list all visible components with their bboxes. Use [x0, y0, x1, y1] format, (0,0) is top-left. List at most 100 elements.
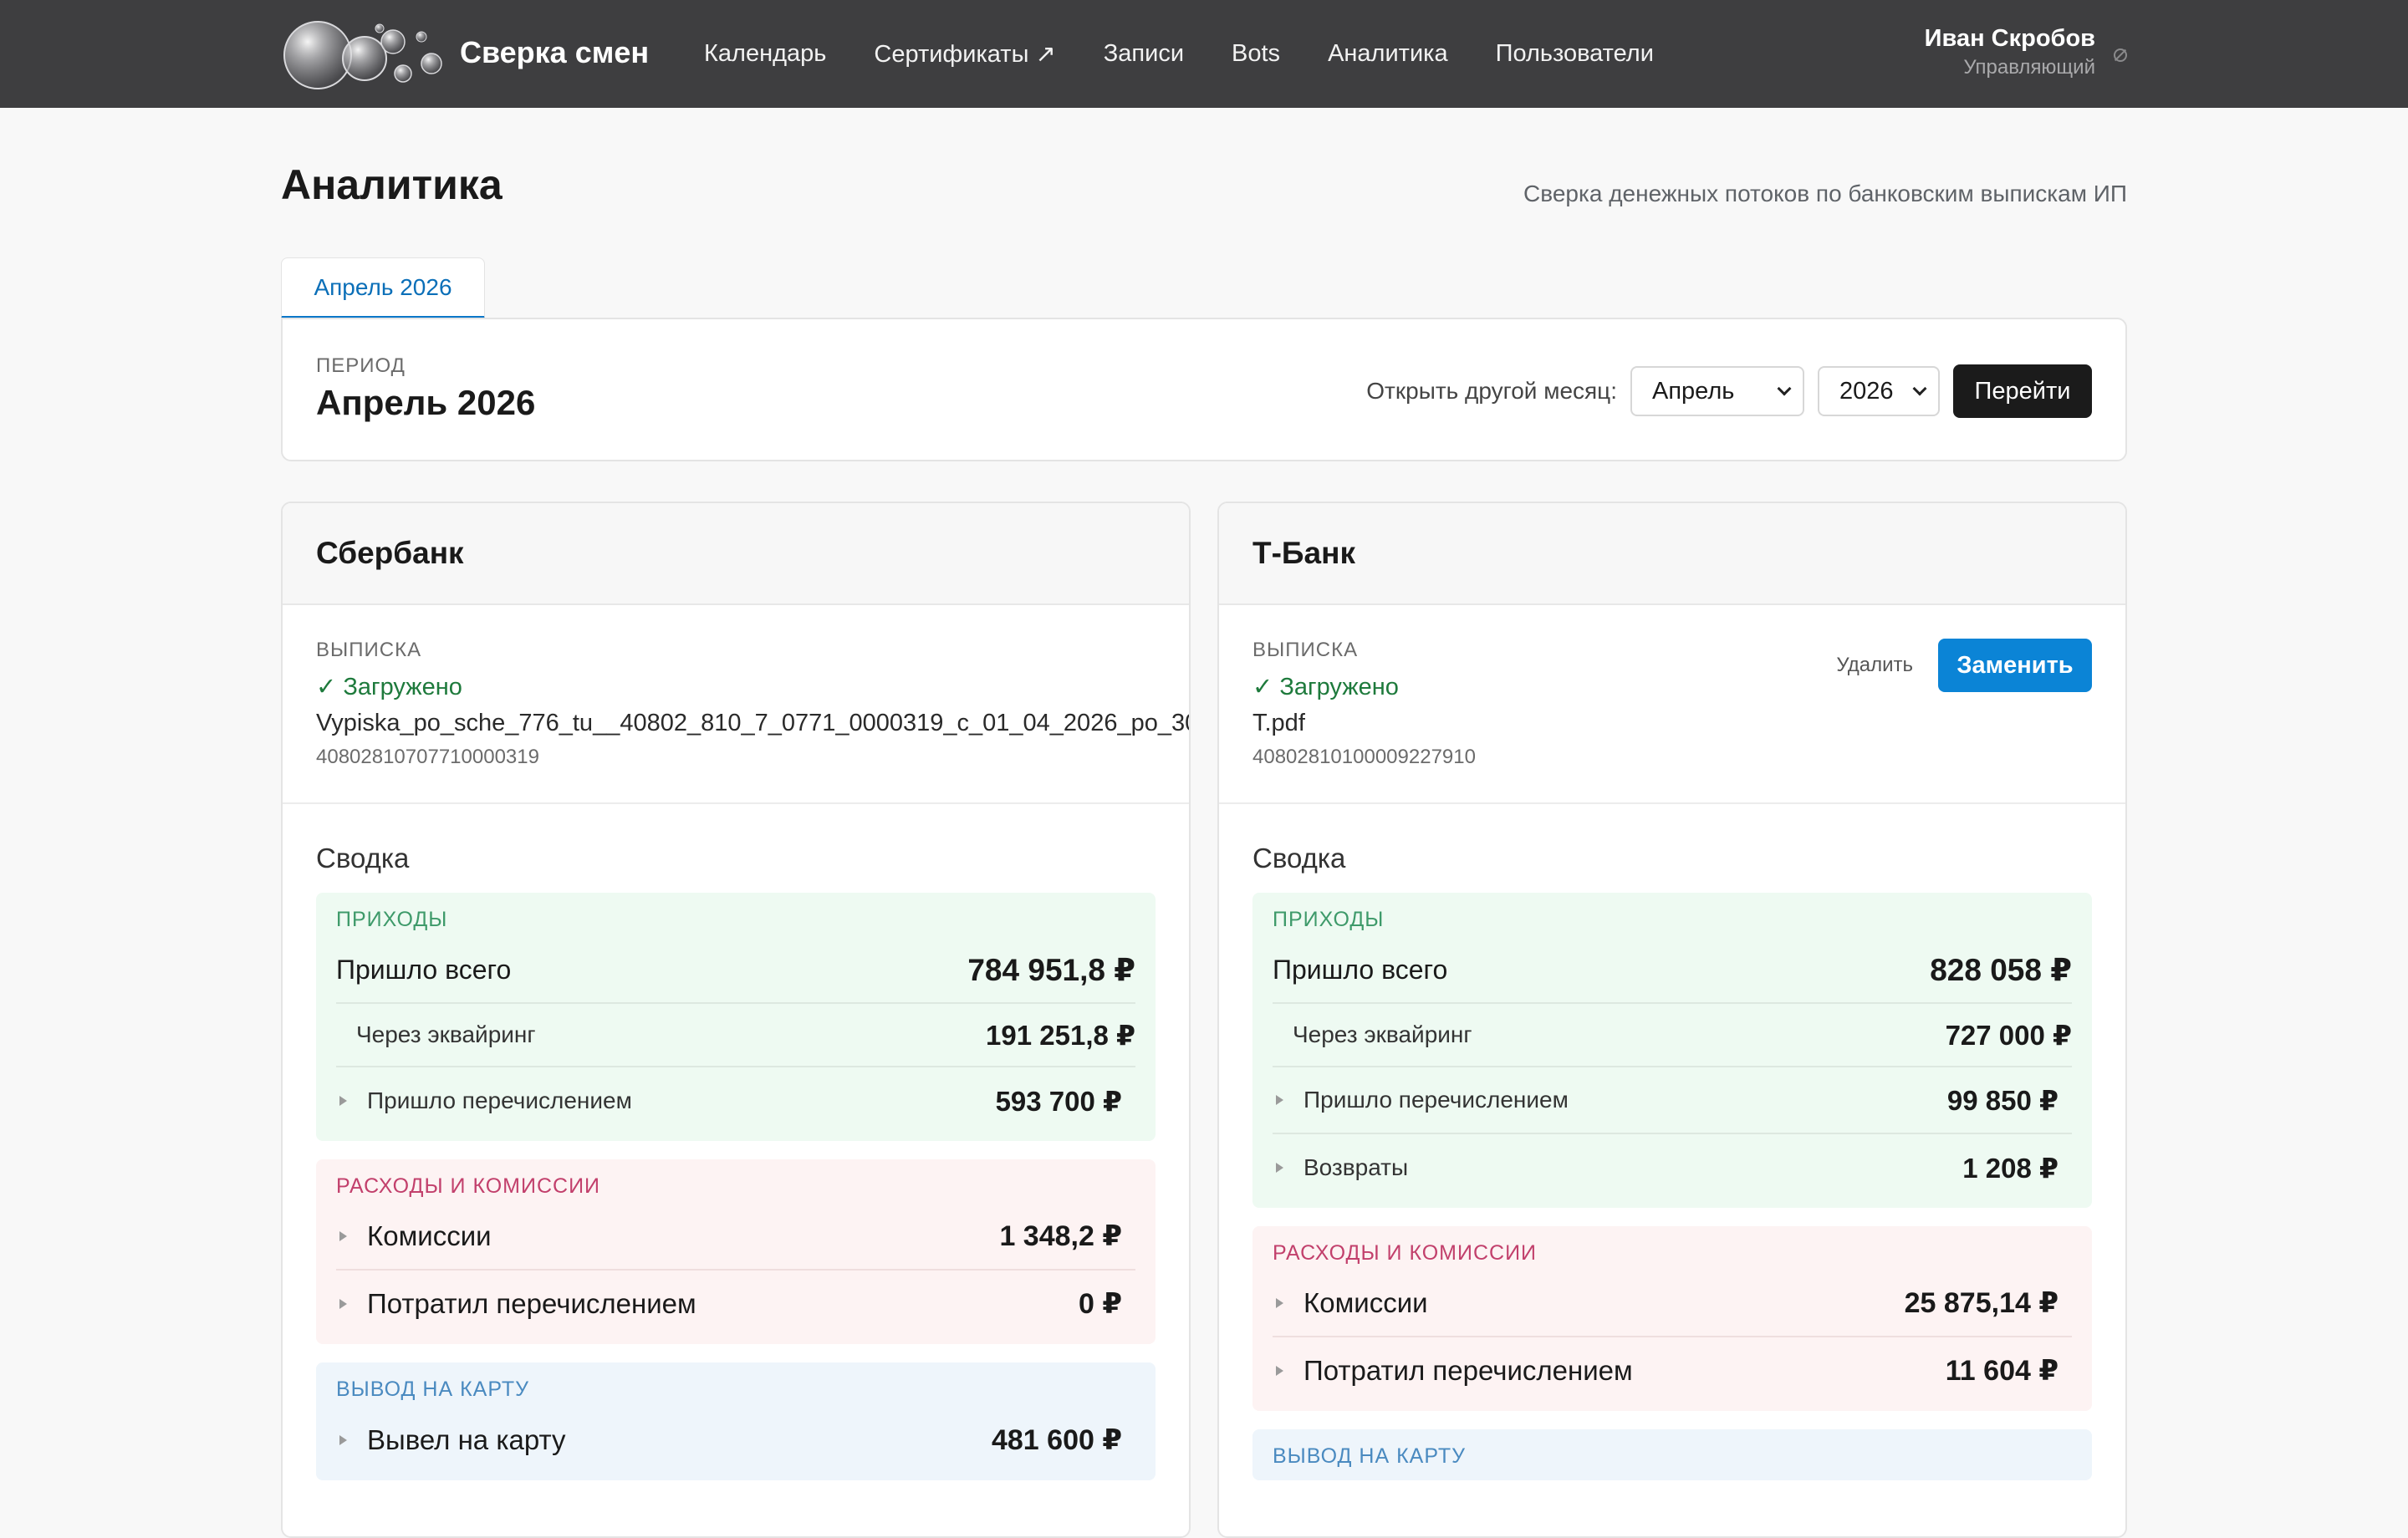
- tab-april-2026[interactable]: Апрель 2026: [281, 257, 485, 319]
- spent-transfer-value: 0 ₽: [1078, 1288, 1122, 1320]
- nav-link-certificates[interactable]: Сертификаты ↗: [874, 39, 1055, 69]
- period-label: ПЕРИОД: [316, 354, 406, 377]
- transfer-in-label: Пришло перечислением: [1303, 1087, 1569, 1113]
- summary-title: Сводка: [1252, 843, 1346, 873]
- refunds-label: Возвраты: [1303, 1154, 1409, 1180]
- summary-title: Сводка: [316, 843, 410, 873]
- brand[interactable]: Сверка смен: [281, 12, 649, 94]
- expand-caret-icon[interactable]: [339, 1096, 347, 1106]
- expand-caret-icon[interactable]: [339, 1435, 347, 1445]
- month-select-value: Апрель: [1652, 377, 1735, 405]
- nav-link-users[interactable]: Пользователи: [1496, 40, 1654, 68]
- account-number: 40802810100009227910: [1252, 746, 1476, 768]
- year-select[interactable]: 2026: [1818, 366, 1940, 416]
- income-total-value: 784 951,8 ₽: [967, 952, 1135, 987]
- bank-title: Т-Банк: [1219, 503, 2125, 605]
- expense-section: РАСХОДЫ И КОМИССИИ Комиссии 1 348,2 ₽ По…: [316, 1159, 1156, 1344]
- expense-label: РАСХОДЫ И КОМИССИИ: [1273, 1241, 1538, 1265]
- main-nav: Календарь Сертификаты ↗ Записи Bots Анал…: [704, 0, 1701, 108]
- brand-name[interactable]: Сверка смен: [460, 35, 649, 70]
- fees-label: Комиссии: [367, 1220, 492, 1251]
- transfer-in-label: Пришло перечислением: [367, 1087, 632, 1113]
- open-month-label: Открыть другой месяц:: [1366, 378, 1617, 404]
- income-label: ПРИХОДЫ: [336, 908, 448, 931]
- month-select[interactable]: Апрель: [1630, 366, 1804, 416]
- income-label: ПРИХОДЫ: [1273, 908, 1385, 931]
- withdraw-label: ВЫВОД НА КАРТУ: [1273, 1444, 1467, 1468]
- nav-link-records[interactable]: Записи: [1104, 40, 1184, 68]
- top-navbar: Сверка смен Календарь Сертификаты ↗ Запи…: [0, 0, 2408, 108]
- fees-row[interactable]: Комиссии 25 875,14 ₽: [1273, 1271, 2072, 1337]
- expense-section: РАСХОДЫ И КОМИССИИ Комиссии 25 875,14 ₽ …: [1252, 1226, 2092, 1411]
- spent-transfer-row[interactable]: Потратил перечислением 0 ₽: [336, 1271, 1135, 1337]
- withdraw-section: ВЫВОД НА КАРТУ Вывел на карту 481 600 ₽: [316, 1362, 1156, 1480]
- spent-transfer-label: Потратил перечислением: [367, 1288, 696, 1319]
- nav-link-calendar[interactable]: Календарь: [704, 40, 826, 68]
- statement-section: ВЫПИСКА ✓ Загружено T.pdf 40802810100009…: [1219, 605, 2125, 804]
- card-withdraw-row[interactable]: Вывел на карту 481 600 ₽: [336, 1407, 1135, 1474]
- withdraw-section: ВЫВОД НА КАРТУ: [1252, 1429, 2092, 1480]
- income-total-value: 828 058 ₽: [1930, 952, 2072, 987]
- refunds-value: 1 208 ₽: [1962, 1152, 2059, 1184]
- user-name: Иван Скробов: [1924, 25, 2095, 52]
- period-value: Апрель 2026: [316, 383, 536, 422]
- fees-row[interactable]: Комиссии 1 348,2 ₽: [336, 1204, 1135, 1271]
- acquiring-row: Через эквайринг 191 251,8 ₽: [336, 1004, 1135, 1067]
- expand-caret-icon[interactable]: [1276, 1366, 1283, 1376]
- statement-filename: T.pdf: [1252, 710, 1305, 736]
- bank-card-tbank: Т-Банк ВЫПИСКА ✓ Загружено T.pdf 4080281…: [1217, 502, 2127, 1538]
- replace-statement-button[interactable]: Заменить: [1938, 639, 2092, 692]
- income-total-label: Пришло всего: [1273, 954, 1448, 985]
- page-title: Аналитика: [281, 161, 503, 208]
- card-withdraw-label: Вывел на карту: [367, 1424, 566, 1455]
- chevron-down-icon: [1912, 381, 1927, 396]
- bank-title: Сбербанк: [283, 503, 1189, 605]
- transfer-in-row[interactable]: Пришло перечислением 99 850 ₽: [1273, 1067, 2072, 1134]
- withdraw-label: ВЫВОД НА КАРТУ: [336, 1378, 530, 1401]
- period-card: ПЕРИОД Апрель 2026 Открыть другой месяц:…: [281, 318, 2127, 461]
- acquiring-label: Через эквайринг: [1293, 1021, 1472, 1047]
- expand-caret-icon[interactable]: [1276, 1298, 1283, 1308]
- statement-label: ВЫПИСКА: [316, 639, 422, 661]
- income-total-row: Пришло всего 784 951,8 ₽: [336, 937, 1135, 1004]
- income-section: ПРИХОДЫ Пришло всего 784 951,8 ₽ Через э…: [316, 893, 1156, 1141]
- user-menu[interactable]: Иван Скробов Управляющий: [1925, 25, 2127, 79]
- bubbles-logo-icon: [281, 12, 450, 94]
- bank-card-sberbank: Сбербанк ВЫПИСКА ✓ Загружено Vypiska_po_…: [281, 502, 1191, 1538]
- logout-icon[interactable]: [2114, 48, 2127, 62]
- transfer-in-value: 593 700 ₽: [995, 1085, 1122, 1117]
- acquiring-value: 191 251,8 ₽: [986, 1019, 1135, 1051]
- fees-label: Комиссии: [1303, 1287, 1428, 1318]
- nav-link-bots[interactable]: Bots: [1232, 40, 1280, 68]
- expand-caret-icon[interactable]: [1276, 1163, 1283, 1173]
- income-total-label: Пришло всего: [336, 954, 512, 985]
- account-number: 40802810707710000319: [316, 746, 539, 768]
- page-subtitle: Сверка денежных потоков по банковским вы…: [1523, 181, 2127, 206]
- expand-caret-icon[interactable]: [339, 1299, 347, 1309]
- refunds-row[interactable]: Возвраты 1 208 ₽: [1273, 1134, 2072, 1201]
- fees-value: 25 875,14 ₽: [1904, 1287, 2059, 1319]
- fees-value: 1 348,2 ₽: [999, 1220, 1122, 1252]
- statement-actions: Удалить Заменить: [1836, 639, 2092, 692]
- expand-caret-icon[interactable]: [1276, 1095, 1283, 1105]
- chevron-down-icon: [1777, 381, 1792, 396]
- period-controls: Открыть другой месяц: Апрель 2026 Перейт…: [1366, 364, 2092, 418]
- spent-transfer-value: 11 604 ₽: [1945, 1355, 2059, 1387]
- expense-label: РАСХОДЫ И КОМИССИИ: [336, 1174, 601, 1198]
- statement-section: ВЫПИСКА ✓ Загружено Vypiska_po_sche_776_…: [283, 605, 1189, 804]
- go-button[interactable]: Перейти: [1953, 364, 2092, 418]
- income-section: ПРИХОДЫ Пришло всего 828 058 ₽ Через экв…: [1252, 893, 2092, 1208]
- nav-link-analytics[interactable]: Аналитика: [1328, 40, 1448, 68]
- delete-statement-button[interactable]: Удалить: [1836, 654, 1913, 677]
- statement-filename: Vypiska_po_sche_776_tu__40802_810_7_0771…: [316, 710, 1191, 736]
- spent-transfer-row[interactable]: Потратил перечислением 11 604 ₽: [1273, 1337, 2072, 1404]
- transfer-in-row[interactable]: Пришло перечислением 593 700 ₽: [336, 1067, 1135, 1134]
- acquiring-label: Через эквайринг: [356, 1021, 536, 1047]
- statement-status: ✓ Загружено: [316, 674, 462, 700]
- expand-caret-icon[interactable]: [339, 1231, 347, 1241]
- acquiring-row: Через эквайринг 727 000 ₽: [1273, 1004, 2072, 1067]
- income-total-row: Пришло всего 828 058 ₽: [1273, 937, 2072, 1004]
- card-withdraw-value: 481 600 ₽: [991, 1424, 1122, 1456]
- transfer-in-value: 99 850 ₽: [1946, 1084, 2059, 1116]
- spent-transfer-label: Потратил перечислением: [1303, 1355, 1633, 1386]
